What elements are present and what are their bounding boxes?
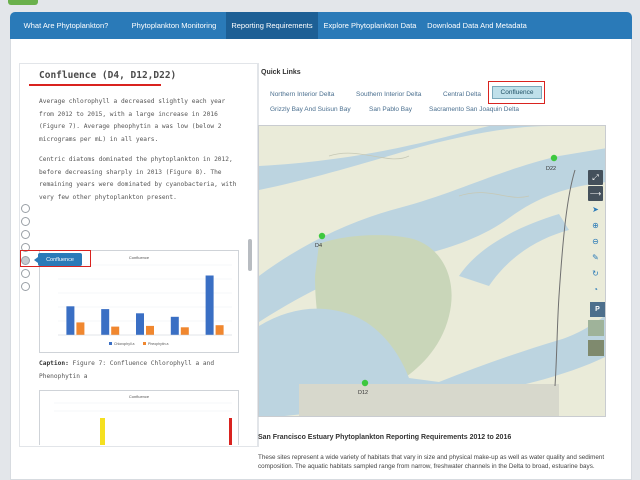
chart-title: Confluence [129,255,150,260]
legend-swatch [143,342,146,345]
basemap-satellite-icon[interactable] [588,340,604,356]
legend-label: Chlorophyll a [114,342,134,346]
tab-what-are-phytoplankton[interactable]: What Are Phytoplankton? [10,12,122,39]
station-d22-marker[interactable] [550,154,558,162]
station-d12-marker[interactable] [361,379,369,387]
station-d4-marker[interactable] [318,232,326,240]
green-tag [8,0,38,5]
bar-chlorophyll-2015 [170,316,179,335]
report-body: These sites represent a wide variety of … [258,454,605,470]
dot-central-delta[interactable] [21,230,30,239]
site-title: Confluence (D4, D12,D22) [39,70,177,81]
paragraph-diatoms: Centric diatoms dominated the phytoplank… [39,156,237,201]
refresh-icon[interactable]: ↻ [588,266,603,281]
dot-sacramento-delta[interactable] [21,282,30,291]
bar-chlorophyll-2014 [136,313,144,335]
tab-explore-phytoplankton-data[interactable]: Explore Phytoplankton Data [318,12,422,39]
content-panel: Confluence (D4, D12,D22) Average chlorop… [10,39,632,480]
map-arrow-icon[interactable]: ⟶ [588,186,603,201]
quick-link-sacramento-delta[interactable]: Sacramento San Joaquin Delta [429,106,519,113]
chart2-svg: Confluence [54,394,232,445]
zoom-out-icon[interactable]: ⊖ [588,234,603,249]
quick-links-title: Quick Links [261,69,301,76]
nav-bar: What Are Phytoplankton? Phytoplankton Mo… [10,12,632,39]
measure-icon[interactable]: ✎ [588,250,603,265]
tab-reporting-requirements[interactable]: Reporting Requirements [226,12,318,39]
bar-chlorophyll-2013 [101,309,110,335]
station-d4-label: D4 [315,243,322,249]
station-map[interactable]: D22 D4 D12 ⤢ ⟶ ➤ ⊕ ⊖ ✎ ↻ ◔ P [258,125,606,417]
composition-bar-yellow [100,418,105,445]
composition-bar-red [229,418,232,445]
quick-link-central-delta[interactable]: Central Delta [443,91,481,98]
dot-southern-interior-delta[interactable] [21,217,30,226]
quick-link-southern-interior-delta[interactable]: Southern Interior Delta [356,91,421,98]
quick-link-san-pablo-bay[interactable]: San Pablo Bay [369,106,412,113]
station-d12-label: D12 [358,390,368,396]
bar-pheophytin-2012 [76,322,85,335]
tab-phytoplankton-monitoring[interactable]: Phytoplankton Monitoring [122,12,226,39]
paragraph-chlorophyll: Average chlorophyll a decreased slightly… [39,98,226,143]
quick-link-grizzly-bay[interactable]: Grizzly Bay And Suisun Bay [270,106,351,113]
parking-layer-icon[interactable]: P [590,302,605,317]
pointer-icon[interactable]: ➤ [588,202,603,217]
bar-pheophytin-2015 [180,327,189,335]
figure-caption: Caption: Figure 7: Confluence Chlorophyl… [39,358,243,383]
basemap-terrain-icon[interactable] [588,320,604,336]
report-title: San Francisco Estuary Phytoplankton Repo… [258,434,512,441]
dot-san-pablo-bay[interactable] [21,269,30,278]
quick-link-confluence[interactable]: Confluence [492,86,542,99]
dot-northern-interior-delta[interactable] [21,204,30,213]
station-d22-label: D22 [546,166,556,172]
zoom-in-icon[interactable]: ⊕ [588,218,603,233]
map-svg: D22 D4 D12 [259,126,605,416]
phytoplankton-composition-chart[interactable]: Confluence [39,390,239,445]
bar-chlorophyll-2016 [205,275,214,335]
tab-download-data[interactable]: Download Data And Metadata [422,12,532,39]
chart2-title: Confluence [129,394,150,399]
quick-link-northern-interior-delta[interactable]: Northern Interior Delta [270,91,334,98]
bar-pheophytin-2014 [146,325,154,335]
bar-chlorophyll-2012 [66,306,75,335]
dot-tooltip: Confluence [34,253,82,266]
left-scrollbar[interactable] [248,239,252,271]
legend-swatch [109,342,112,345]
top-strip [0,0,640,9]
map-town [299,384,559,416]
clock-icon[interactable]: ◔ [588,282,603,297]
expand-map-icon[interactable]: ⤢ [588,170,603,185]
bar-pheophytin-2016 [215,325,224,335]
title-underline [29,84,161,86]
bar-pheophytin-2013 [111,326,120,335]
caption-label: Caption: [39,360,69,367]
legend-label: Pheophytin a [148,342,168,346]
